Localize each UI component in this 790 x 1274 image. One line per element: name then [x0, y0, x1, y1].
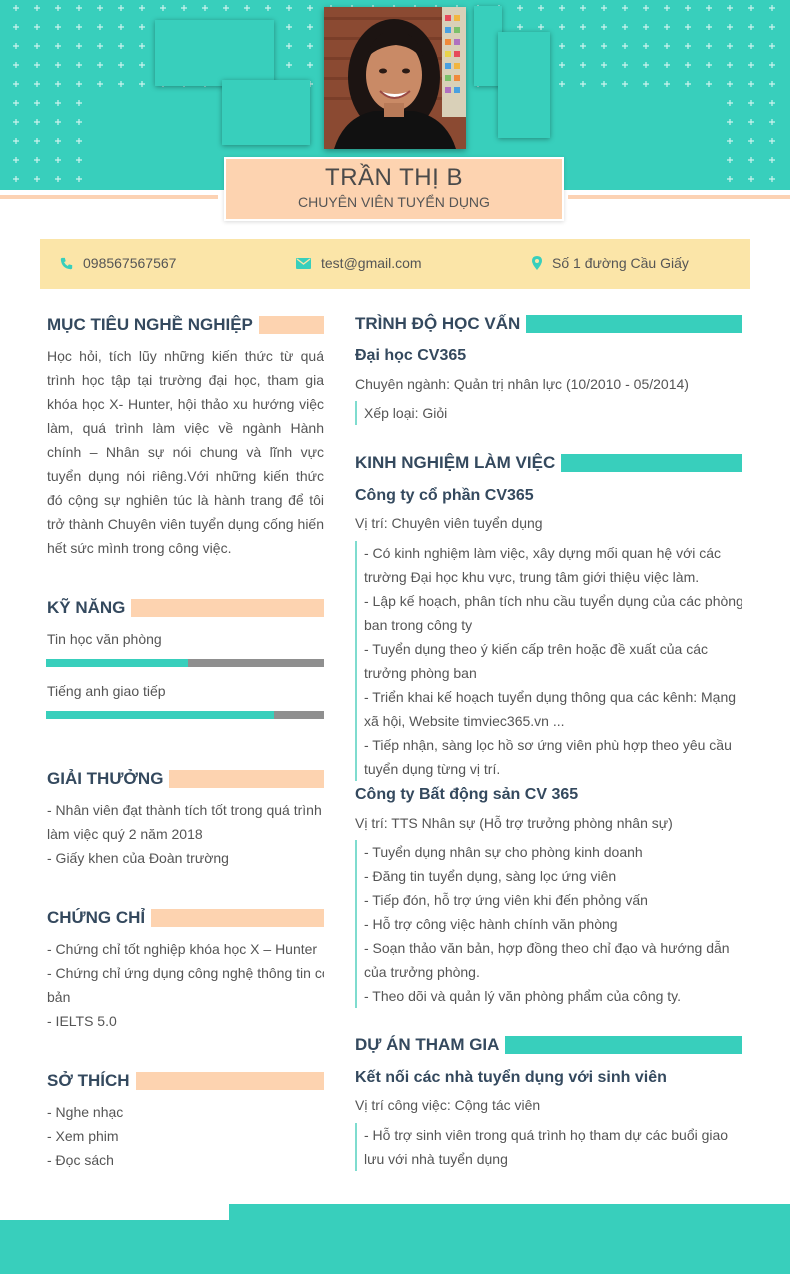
contact-phone[interactable]: 098567567567	[60, 255, 176, 271]
company-name: Công ty cổ phần CV365	[355, 487, 534, 504]
duty-line: trường Đại học khu vực, trung tâm giới t…	[364, 569, 700, 585]
skill-progress-fill	[46, 711, 274, 719]
certificate-line: - Chứng chỉ ứng dụng công nghệ thông tin…	[47, 965, 324, 981]
duty-line: - Theo dõi và quản lý văn phòng phẩm của…	[364, 988, 682, 1004]
projects-heading: DỰ ÁN THAM GIA	[355, 1035, 742, 1055]
award-line: - Nhân viên đạt thành tích tốt trong quá…	[47, 802, 322, 818]
email-address: test@gmail.com	[321, 255, 422, 271]
divider-line	[568, 195, 790, 199]
job-position: Vị trí: TTS Nhân sự (Hỗ trợ trưởng phòng…	[355, 815, 673, 831]
grade-text: Xếp loại: Giỏi	[364, 405, 448, 421]
duty-line: tuyển dụng từng vị trí.	[364, 761, 501, 777]
project-position: Vị trí công việc: Cộng tác viên	[355, 1097, 541, 1113]
candidate-name: TRẦN THỊ B	[325, 164, 463, 191]
duty-line: - Soạn thảo văn bản, hợp đồng theo chỉ đ…	[364, 940, 730, 956]
duty-line: - Đăng tin tuyển dụng, sàng lọc ứng viên	[364, 868, 617, 884]
project-name: Kết nối các nhà tuyển dụng với sinh viên	[355, 1069, 667, 1086]
awards-heading: GIẢI THƯỞNG	[47, 769, 324, 789]
heading-bar	[151, 909, 324, 927]
duty-line: trưởng phòng ban	[364, 665, 477, 681]
school-name: Đại học CV365	[355, 347, 467, 364]
awards-heading-text: GIẢI THƯỞNG	[47, 769, 164, 788]
heading-bar	[258, 316, 324, 334]
phone-number: 098567567567	[83, 255, 177, 271]
projects-heading-text: DỰ ÁN THAM GIA	[355, 1035, 500, 1054]
education-heading: TRÌNH ĐỘ HỌC VẤN	[355, 314, 742, 334]
project-duties: - Hỗ trợ sinh viên trong quá trình họ th…	[355, 1123, 742, 1171]
skill-label: Tiếng anh giao tiếp	[47, 683, 166, 699]
education-major: Chuyên ngành: Quản trị nhân lực (10/2010…	[355, 376, 689, 392]
duty-line: - Có kinh nghiệm làm việc, xây dựng mối …	[364, 545, 722, 561]
heading-bar	[505, 1036, 742, 1054]
duty-line: ban trong công ty	[364, 617, 473, 633]
hobby-line: - Xem phim	[47, 1128, 119, 1144]
heading-bar	[131, 599, 324, 617]
certificate-line: - Chứng chỉ tốt nghiệp khóa học X – Hunt…	[47, 941, 318, 957]
map-pin-icon	[532, 256, 542, 270]
heading-bar	[169, 770, 324, 788]
company-name: Công ty Bất động sản CV 365	[355, 786, 579, 803]
heading-bar	[561, 454, 742, 472]
certificate-line: - IELTS 5.0	[47, 1013, 117, 1029]
duty-line: - Tiếp đón, hỗ trợ ứng viên khi đến phỏn…	[364, 892, 648, 908]
duty-line: - Lập kế hoạch, phân tích nhu cầu tuyển …	[364, 593, 742, 609]
footer-band	[0, 1220, 790, 1274]
mail-icon	[296, 257, 311, 269]
skill-label: Tin học văn phòng	[47, 631, 162, 647]
duty-line: - Tiếp nhận, sàng lọc hồ sơ ứng viên phù…	[364, 737, 732, 753]
duty-line: - Tuyển dụng theo ý kiến cấp trên hoặc đ…	[364, 641, 708, 657]
education-heading-text: TRÌNH ĐỘ HỌC VẤN	[355, 314, 521, 333]
education-grade: Xếp loại: Giỏi	[355, 401, 742, 425]
award-line: - Giấy khen của Đoàn trường	[47, 850, 229, 866]
duty-line: - Tuyển dụng nhân sự cho phòng kinh doan…	[364, 844, 643, 860]
heading-bar	[526, 315, 742, 333]
duty-line: - Triển khai kế hoạch tuyển dụng thông q…	[364, 689, 737, 705]
heading-bar	[135, 1072, 324, 1090]
duty-line: xã hội, Website timviec365.vn ...	[364, 713, 565, 729]
experience-heading: KINH NGHIỆM LÀM VIỆC	[355, 453, 742, 473]
hobbies-heading: SỞ THÍCH	[47, 1071, 324, 1091]
candidate-title: CHUYÊN VIÊN TUYỂN DỤNG	[298, 194, 490, 210]
skills-heading: KỸ NĂNG	[47, 598, 324, 618]
decor-block	[222, 80, 310, 145]
skill-progress-bar	[46, 659, 324, 667]
hobby-line: - Đọc sách	[47, 1152, 114, 1168]
objective-text: Học hỏi, tích lũy những kiến thức từ quá…	[47, 348, 324, 556]
job-duties: - Tuyển dụng nhân sự cho phòng kinh doan…	[355, 840, 742, 1008]
hobbies-heading-text: SỞ THÍCH	[47, 1071, 130, 1090]
job-duties: - Có kinh nghiệm làm việc, xây dựng mối …	[355, 541, 742, 781]
certificates-heading: CHỨNG CHỈ	[47, 908, 324, 928]
objective-heading-text: MỤC TIÊU NGHỀ NGHIỆP	[47, 315, 253, 334]
certificate-line: bản	[47, 989, 71, 1005]
experience-heading-text: KINH NGHIỆM LÀM VIỆC	[355, 453, 556, 472]
objective-heading: MỤC TIÊU NGHỀ NGHIỆP	[47, 315, 324, 335]
name-card: TRẦN THỊ B CHUYÊN VIÊN TUYỂN DỤNG	[224, 157, 564, 221]
address-text: Số 1 đường Cầu Giấy	[552, 255, 689, 271]
contact-email[interactable]: test@gmail.com	[296, 255, 422, 271]
profile-photo	[324, 7, 466, 149]
skill-progress-fill	[46, 659, 188, 667]
divider-line	[0, 195, 218, 199]
duty-line: lưu với nhà tuyển dụng	[364, 1151, 508, 1167]
hobby-line: - Nghe nhạc	[47, 1104, 124, 1120]
duty-line: - Hỗ trợ sinh viên trong quá trình họ th…	[364, 1127, 729, 1143]
decor-block	[155, 20, 274, 86]
contact-address[interactable]: Số 1 đường Cầu Giấy	[532, 255, 689, 271]
certificates-heading-text: CHỨNG CHỈ	[47, 908, 146, 927]
skill-progress-bar	[46, 711, 324, 719]
award-line: làm việc quý 2 năm 2018	[47, 826, 203, 842]
decor-block	[498, 32, 550, 138]
duty-line: của trưởng phòng.	[364, 964, 480, 980]
duty-line: - Hỗ trợ công việc hành chính văn phòng	[364, 916, 618, 932]
contact-bar: 098567567567 test@gmail.com Số 1 đường C…	[40, 239, 750, 289]
job-position: Vị trí: Chuyên viên tuyển dụng	[355, 515, 543, 531]
skills-heading-text: KỸ NĂNG	[47, 598, 126, 617]
phone-icon	[60, 257, 73, 270]
